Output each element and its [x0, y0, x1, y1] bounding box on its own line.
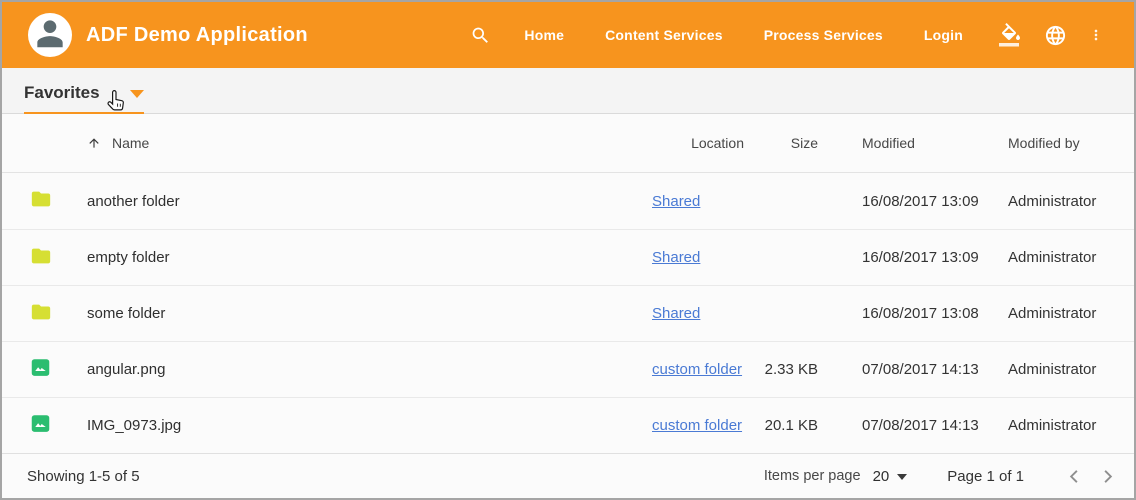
document-list-toolbar: Favorites	[2, 68, 1134, 114]
file-name[interactable]: IMG_0973.jpg	[87, 417, 634, 434]
items-per-page-value: 20	[873, 468, 890, 485]
column-header-name[interactable]: Name	[87, 135, 634, 151]
nav-home[interactable]: Home	[524, 27, 564, 43]
color-fill-icon[interactable]	[999, 23, 1023, 47]
location-link[interactable]: custom folder	[652, 361, 742, 378]
modified-by: Administrator	[978, 417, 1118, 434]
hand-cursor-pointer	[105, 88, 130, 117]
table-row[interactable]: empty folder Shared 16/08/2017 13:09 Adm…	[2, 229, 1134, 285]
avatar[interactable]	[28, 13, 72, 57]
modified-date: 16/08/2017 13:09	[818, 193, 978, 210]
file-name[interactable]: some folder	[87, 305, 634, 322]
nav-content-services[interactable]: Content Services	[605, 27, 723, 43]
table-row[interactable]: another folder Shared 16/08/2017 13:09 A…	[2, 173, 1134, 229]
column-header-location[interactable]: Location	[634, 135, 746, 151]
table-row[interactable]: some folder Shared 16/08/2017 13:08 Admi…	[2, 285, 1134, 341]
location-link[interactable]: Shared	[652, 305, 700, 322]
column-header-modified[interactable]: Modified	[818, 135, 978, 151]
nav-process-services[interactable]: Process Services	[764, 27, 883, 43]
location-link[interactable]: Shared	[652, 193, 700, 210]
folder-icon	[30, 245, 52, 271]
sort-ascending-icon	[87, 136, 101, 150]
app-title: ADF Demo Application	[86, 24, 308, 47]
file-name[interactable]: empty folder	[87, 249, 634, 266]
previous-page-icon[interactable]	[1061, 463, 1087, 489]
modified-date: 16/08/2017 13:08	[818, 305, 978, 322]
files-table: Name Location Size Modified Modified by …	[2, 114, 1134, 453]
pagination-footer: Showing 1-5 of 5 Items per page 20 Page …	[2, 453, 1134, 498]
more-options-icon[interactable]	[1088, 25, 1104, 45]
modified-by: Administrator	[978, 361, 1118, 378]
main-nav: Home Content Services Process Services L…	[524, 27, 963, 43]
items-per-page-label: Items per page	[764, 468, 861, 484]
search-icon[interactable]	[470, 25, 491, 46]
adf-demo-app-window: ADF Demo Application Home Content Servic…	[0, 0, 1136, 500]
modified-by: Administrator	[978, 249, 1118, 266]
file-size: 2.33 KB	[746, 361, 818, 378]
location-link[interactable]: Shared	[652, 249, 700, 266]
dropdown-caret-icon	[130, 90, 144, 98]
items-per-page-select[interactable]: 20	[873, 468, 908, 485]
column-header-size[interactable]: Size	[746, 135, 818, 151]
table-row[interactable]: IMG_0973.jpg custom folder 20.1 KB 07/08…	[2, 397, 1134, 453]
page-info: Page 1 of 1	[947, 468, 1024, 485]
modified-date: 07/08/2017 14:13	[818, 361, 978, 378]
modified-by: Administrator	[978, 305, 1118, 322]
table-header-row: Name Location Size Modified Modified by	[2, 114, 1134, 173]
showing-count: Showing 1-5 of 5	[27, 468, 140, 485]
modified-date: 07/08/2017 14:13	[818, 417, 978, 434]
next-page-icon[interactable]	[1094, 463, 1120, 489]
favorites-title: Favorites	[24, 83, 100, 103]
app-header: ADF Demo Application Home Content Servic…	[2, 2, 1134, 68]
image-file-icon	[30, 413, 51, 438]
column-header-modified-by[interactable]: Modified by	[978, 135, 1118, 151]
person-icon	[31, 14, 69, 57]
nav-login[interactable]: Login	[924, 27, 963, 43]
file-name[interactable]: another folder	[87, 193, 634, 210]
folder-icon	[30, 188, 52, 214]
select-caret-icon	[897, 474, 907, 480]
language-globe-icon[interactable]	[1044, 24, 1067, 47]
file-size: 20.1 KB	[746, 417, 818, 434]
table-row[interactable]: angular.png custom folder 2.33 KB 07/08/…	[2, 341, 1134, 397]
location-link[interactable]: custom folder	[652, 417, 742, 434]
modified-date: 16/08/2017 13:09	[818, 249, 978, 266]
file-name[interactable]: angular.png	[87, 361, 634, 378]
image-file-icon	[30, 357, 51, 382]
modified-by: Administrator	[978, 193, 1118, 210]
folder-icon	[30, 301, 52, 327]
